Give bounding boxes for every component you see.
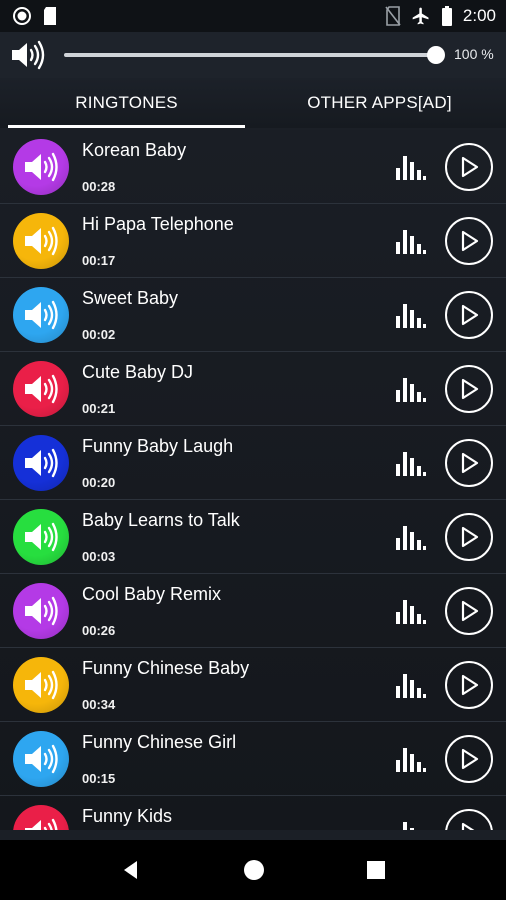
play-button[interactable] [445,439,493,487]
ringtone-list[interactable]: Korean Baby 00:28 Hi Papa Telephone 00:17 Sw… [0,130,506,830]
ringtone-speaker-icon [13,805,69,830]
status-bar: 2:00 [0,0,506,32]
play-button[interactable] [445,809,493,830]
record-icon [13,7,31,25]
volume-bar: 100 % [0,32,506,78]
back-icon[interactable] [119,858,143,882]
ringtone-speaker-icon [13,435,69,491]
ringtone-speaker-icon [13,657,69,713]
set-ringtone-icon[interactable] [395,526,427,550]
set-ringtone-icon[interactable] [395,230,427,254]
ringtone-duration: 00:17 [82,253,116,268]
ringtone-title: Cool Baby Remix [82,584,222,604]
play-button[interactable] [445,217,493,265]
status-time: 2:00 [462,6,496,25]
play-button[interactable] [445,513,493,561]
ringtone-speaker-icon [13,287,69,343]
ringtone-duration: 00:21 [82,401,116,416]
home-icon[interactable] [242,858,266,882]
set-ringtone-icon[interactable] [395,748,427,772]
recents-icon[interactable] [365,859,387,881]
set-ringtone-icon[interactable] [395,304,427,328]
ringtone-speaker-icon [13,509,69,565]
volume-slider-track[interactable] [64,53,436,57]
play-button[interactable] [445,291,493,339]
ringtone-duration: 00:34 [82,697,116,712]
tab-bar: RINGTONES OTHER APPS[AD] [0,78,506,128]
ringtone-duration: 00:03 [82,549,116,564]
volume-slider-thumb[interactable] [427,46,445,64]
ringtone-title: Funny Kids [82,806,173,826]
set-ringtone-icon[interactable] [395,600,427,624]
sd-card-icon [44,7,56,25]
ringtone-duration: 00:26 [82,623,116,638]
ringtone-duration: 00:28 [82,179,116,194]
set-ringtone-icon[interactable] [395,378,427,402]
ringtone-row[interactable]: Hi Papa Telephone 00:17 [0,204,506,278]
set-ringtone-icon[interactable] [395,674,427,698]
ringtone-row[interactable]: Funny Baby Laugh 00:20 [0,426,506,500]
ringtone-row[interactable]: Korean Baby 00:28 [0,130,506,204]
ringtone-title: Baby Learns to Talk [82,510,240,530]
ringtone-row[interactable]: Funny Chinese Baby 00:34 [0,648,506,722]
set-ringtone-icon[interactable] [395,452,427,476]
ringtone-row[interactable]: Funny Kids [0,796,506,830]
volume-percent: 100 % [454,46,494,62]
tab-other-apps[interactable]: OTHER APPS[AD] [253,78,506,128]
ringtone-title: Funny Baby Laugh [82,436,234,456]
play-button[interactable] [445,365,493,413]
ringtone-row[interactable]: Baby Learns to Talk 00:03 [0,500,506,574]
status-left [12,6,58,26]
ringtone-speaker-icon [13,361,69,417]
navigation-bar [0,840,506,900]
ringtone-title: Funny Chinese Baby [82,658,250,678]
ringtone-speaker-icon [13,213,69,269]
set-ringtone-icon[interactable] [395,156,427,180]
status-right: 2:00 [385,6,496,26]
tab-ringtones[interactable]: RINGTONES [0,78,253,128]
ringtone-title: Funny Chinese Girl [82,732,237,752]
ringtone-duration: 00:02 [82,327,116,342]
ringtone-row[interactable]: Cute Baby DJ 00:21 [0,352,506,426]
no-sim-icon [385,6,401,26]
ringtone-row[interactable]: Funny Chinese Girl 00:15 [0,722,506,796]
ringtone-speaker-icon [13,139,69,195]
play-button[interactable] [445,735,493,783]
ringtone-row[interactable]: Cool Baby Remix 00:26 [0,574,506,648]
play-button[interactable] [445,143,493,191]
ringtone-speaker-icon [13,731,69,787]
ringtone-title: Hi Papa Telephone [82,214,234,234]
speaker-icon[interactable] [10,39,46,71]
ringtone-title: Cute Baby DJ [82,362,194,382]
play-button[interactable] [445,661,493,709]
play-button[interactable] [445,587,493,635]
ringtone-row[interactable]: Sweet Baby 00:02 [0,278,506,352]
ringtone-duration: 00:15 [82,771,116,786]
ringtone-speaker-icon [13,583,69,639]
ringtone-duration: 00:20 [82,475,116,490]
ringtone-title: Sweet Baby [82,288,179,308]
airplane-mode-icon [412,7,429,25]
set-ringtone-icon[interactable] [395,822,427,830]
battery-icon [441,6,452,26]
ringtone-title: Korean Baby [82,140,187,160]
